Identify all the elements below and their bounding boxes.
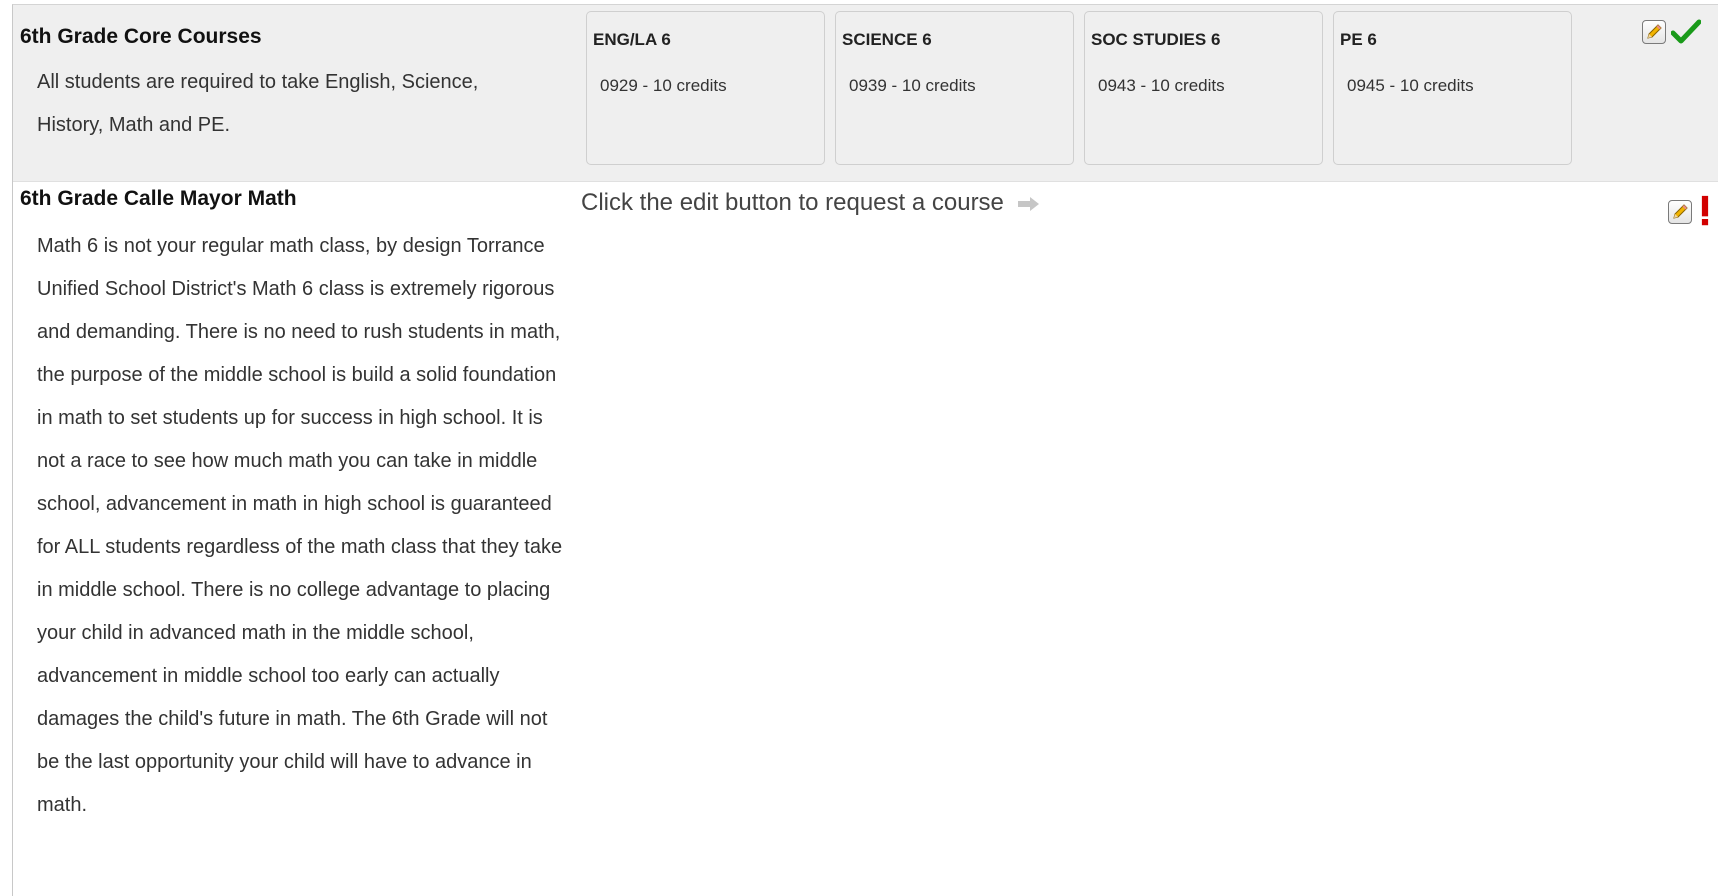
course-name: ENG/LA 6: [593, 30, 671, 49]
section-description: Math 6 is not your regular math class, b…: [37, 235, 563, 816]
section-title: 6th Grade Calle Mayor Math: [20, 187, 297, 210]
request-course-prompt: Click the edit button to request a cours…: [581, 189, 1041, 217]
prompt-text: Click the edit button to request a cours…: [581, 189, 1004, 216]
pencil-edit-icon[interactable]: [1668, 200, 1692, 224]
core-courses-section: 6th Grade Core Courses All students are …: [13, 5, 1718, 182]
section-description: All students are required to take Englis…: [37, 71, 479, 136]
course-name: SCIENCE 6: [842, 30, 932, 49]
course-card-soc-studies-6: SOC STUDIES 6 0943 - 10 credits: [1084, 11, 1323, 165]
course-credits: 0945 - 10 credits: [1347, 76, 1474, 95]
right-arrow-icon: [1017, 196, 1039, 211]
pencil-edit-icon[interactable]: [1642, 20, 1666, 44]
course-request-page: 6th Grade Core Courses All students are …: [0, 0, 1724, 896]
course-card-pe-6: PE 6 0945 - 10 credits: [1333, 11, 1572, 165]
green-checkmark-icon: [1671, 19, 1701, 44]
red-exclamation-icon: [1701, 195, 1709, 226]
section-title: 6th Grade Core Courses: [20, 25, 262, 48]
course-credits: 0929 - 10 credits: [600, 76, 727, 95]
course-request-panel: 6th Grade Core Courses All students are …: [12, 4, 1718, 896]
course-credits: 0939 - 10 credits: [849, 76, 976, 95]
course-credits: 0943 - 10 credits: [1098, 76, 1225, 95]
course-card-science-6: SCIENCE 6 0939 - 10 credits: [835, 11, 1074, 165]
course-name: PE 6: [1340, 30, 1377, 49]
math-section: 6th Grade Calle Mayor Math Math 6 is not…: [13, 182, 1718, 896]
course-name: SOC STUDIES 6: [1091, 30, 1221, 49]
course-card-eng-la-6: ENG/LA 6 0929 - 10 credits: [586, 11, 825, 165]
